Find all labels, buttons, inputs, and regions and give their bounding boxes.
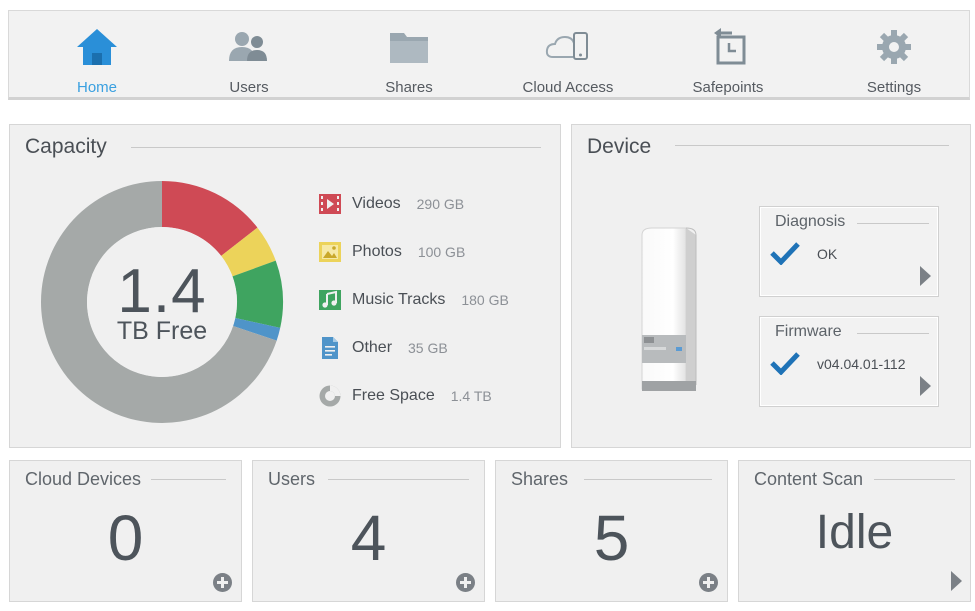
title-divider [675, 145, 949, 146]
legend-other: Other 35 GB [318, 335, 448, 361]
legend-name: Videos [352, 195, 401, 212]
legend-size: 290 GB [416, 196, 465, 212]
stat-value: Idle [815, 506, 894, 559]
video-icon [318, 192, 342, 216]
nav-label-shares: Shares [385, 79, 433, 96]
legend-name: Photos [352, 243, 402, 260]
diagnosis-card[interactable]: Diagnosis OK [759, 206, 939, 297]
capacity-title: Capacity [25, 135, 107, 158]
nas-drive-image [641, 227, 697, 391]
legend-size: 180 GB [461, 292, 509, 308]
home-icon [75, 23, 119, 71]
pie-icon [318, 384, 342, 408]
shares-card[interactable]: Shares 5 [495, 460, 728, 602]
cloud-device-icon [545, 23, 591, 71]
add-icon[interactable] [456, 573, 475, 592]
firmware-title: Firmware [775, 323, 842, 340]
nav-shares[interactable]: Shares [339, 11, 479, 99]
stat-title: Content Scan [754, 469, 864, 489]
stat-value: 0 [107, 502, 144, 574]
users-card[interactable]: Users 4 [252, 460, 485, 602]
firmware-card[interactable]: Firmware v04.04.01-112 [759, 316, 939, 407]
nav-label-safepoints: Safepoints [692, 79, 764, 96]
content-scan-card[interactable]: Content Scan Idle [738, 460, 971, 602]
nav-label-cloud-access: Cloud Access [522, 79, 614, 96]
nav-label-settings: Settings [866, 79, 922, 96]
nav-safepoints[interactable]: Safepoints [658, 11, 798, 99]
legend-size: 35 GB [408, 340, 448, 356]
card-divider [328, 479, 469, 480]
legend-photos: Photos 100 GB [318, 239, 465, 265]
card-divider [857, 333, 929, 334]
safepoint-icon [708, 23, 748, 71]
stat-value: 5 [593, 502, 630, 574]
nav-settings[interactable]: Settings [824, 11, 964, 99]
legend-videos: Videos 290 GB [318, 191, 464, 217]
checkmark-icon [770, 242, 800, 265]
device-title: Device [587, 135, 652, 158]
card-divider [584, 479, 712, 480]
photo-icon [318, 240, 342, 264]
diagnosis-title: Diagnosis [775, 213, 846, 230]
gear-icon [875, 23, 913, 71]
card-divider [151, 479, 226, 480]
document-icon [318, 336, 342, 360]
firmware-arrow-icon[interactable] [920, 376, 931, 396]
checkmark-icon [770, 352, 800, 375]
add-icon[interactable] [699, 573, 718, 592]
nav-label-home: Home [76, 79, 117, 96]
users-icon [227, 23, 271, 71]
legend-size: 1.4 TB [450, 388, 492, 404]
title-divider [131, 147, 541, 148]
device-panel: Device Diagnosis OK Firmware v04.04.01-1… [571, 124, 971, 448]
details-arrow-icon[interactable] [951, 571, 962, 591]
diagnosis-status: OK [817, 246, 838, 262]
stat-title: Shares [511, 469, 569, 489]
legend-size: 100 GB [417, 244, 466, 260]
legend-free-space: Free Space 1.4 TB [318, 383, 492, 409]
stat-title: Users [268, 469, 316, 489]
card-divider [874, 479, 955, 480]
card-divider [857, 223, 929, 224]
music-icon [318, 288, 342, 312]
folder-icon [388, 23, 430, 71]
nav-users[interactable]: Users [179, 11, 319, 99]
diagnosis-arrow-icon[interactable] [920, 266, 931, 286]
cloud-devices-card[interactable]: Cloud Devices 0 [9, 460, 242, 602]
nav-home[interactable]: Home [27, 11, 167, 99]
legend-name: Free Space [352, 387, 435, 404]
stat-value: 4 [350, 502, 387, 574]
nav-label-users: Users [229, 79, 269, 96]
nav-cloud-access[interactable]: Cloud Access [498, 11, 638, 99]
legend-music: Music Tracks 180 GB [318, 287, 509, 313]
stat-title: Cloud Devices [25, 469, 142, 489]
legend-name: Music Tracks [352, 291, 446, 308]
firmware-version: v04.04.01-112 [817, 356, 906, 372]
capacity-panel: Capacity 1.4 TB Free Videos 290 GB Photo… [9, 124, 561, 448]
free-space-unit: TB Free [116, 317, 208, 345]
top-navigation: Home Users Shares Cloud Access Safepoint… [8, 10, 970, 100]
legend-name: Other [352, 339, 393, 356]
add-icon[interactable] [213, 573, 232, 592]
